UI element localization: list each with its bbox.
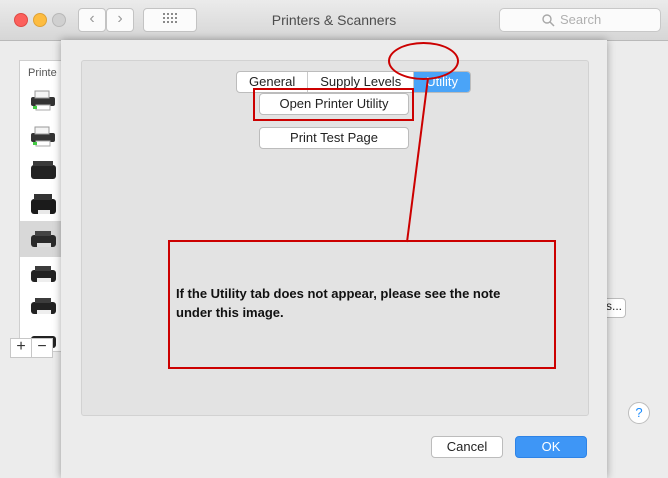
inkjet-printer-icon[interactable] [28,87,58,113]
utility-tab-highlight-circle [388,42,459,80]
search-field[interactable]: Search [499,8,661,32]
printer-list: Printe [19,60,65,352]
all-in-one-printer-icon[interactable] [28,157,58,183]
inkjet-printer-icon[interactable] [28,123,58,149]
search-icon [542,14,555,27]
printer-icon [31,231,56,247]
search-placeholder: Search [560,12,602,27]
print-test-page-button[interactable]: Print Test Page [259,127,409,149]
add-remove-controls: + − [10,338,54,358]
selected-printer-row[interactable] [20,221,64,257]
cancel-button[interactable]: Cancel [431,436,503,458]
ok-button[interactable]: OK [515,436,587,458]
add-printer-button[interactable]: + [10,338,32,358]
open-utility-highlight-box [253,88,414,121]
title-bar: ‹ › Printers & Scanners Search [0,0,668,41]
printer-icon[interactable] [28,293,58,319]
help-button[interactable]: ? [628,402,650,424]
annotation-pointer-line [406,77,429,243]
annotation-note-text: If the Utility tab does not appear, plea… [176,286,501,320]
all-in-one-printer-icon[interactable] [28,191,58,217]
printer-list-header: Printe [28,67,57,79]
remove-printer-button[interactable]: − [31,338,53,358]
printer-icon[interactable] [28,261,58,287]
